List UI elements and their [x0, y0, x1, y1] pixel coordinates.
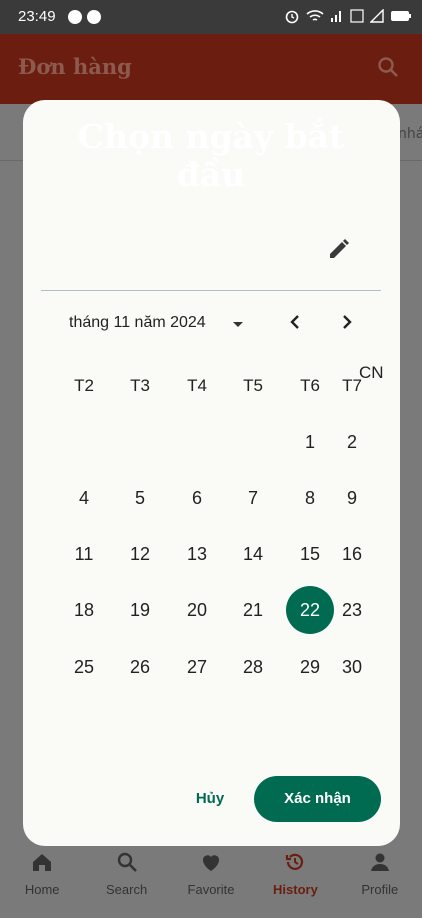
nav-search[interactable]: Search — [84, 842, 168, 918]
nav-label: Profile — [361, 882, 399, 897]
day-cell-selected[interactable]: 22 — [286, 586, 334, 634]
month-year-label[interactable]: tháng 11 năm 2024 — [69, 314, 206, 332]
day-cell[interactable]: 4 — [60, 474, 108, 522]
pencil-icon — [330, 239, 349, 258]
lte-icon — [350, 9, 364, 23]
app-notification-icon — [87, 10, 101, 24]
signal-icon — [331, 11, 341, 22]
nav-home[interactable]: Home — [0, 842, 84, 918]
day-cell[interactable]: 7 — [229, 474, 277, 522]
weekday-label: T5 — [243, 376, 263, 395]
nav-label: Search — [106, 882, 148, 897]
previous-month-button[interactable] — [283, 310, 307, 338]
day-cell[interactable]: 8 — [286, 474, 334, 522]
weekday-label: T3 — [130, 376, 150, 395]
day-cell[interactable]: 18 — [60, 586, 108, 634]
nav-profile[interactable]: Profile — [338, 842, 422, 918]
day-cell[interactable]: 9 — [328, 474, 376, 522]
wifi-icon — [306, 10, 324, 21]
bottom-nav: Home Search Favorite History Profile — [0, 842, 422, 918]
edit-button[interactable] — [322, 232, 356, 266]
day-cell[interactable]: 16 — [328, 530, 376, 578]
day-cell[interactable]: 28 — [229, 643, 277, 691]
app-notification-icon — [68, 10, 82, 24]
nav-label: Favorite — [187, 882, 235, 897]
day-cell[interactable]: 12 — [116, 530, 164, 578]
confirm-button[interactable]: Xác nhận — [254, 776, 381, 822]
nav-label: History — [273, 882, 318, 897]
date-picker-dialog: Chọn ngày bắt đầu tháng 11 năm 2024 T2 T… — [23, 100, 400, 846]
status-icons — [284, 8, 412, 24]
chevron-right-icon — [343, 315, 352, 329]
battery-icon — [391, 11, 411, 21]
signal-empty-icon — [370, 9, 384, 23]
heart-icon — [203, 855, 220, 871]
weekday-label: T2 — [74, 376, 94, 395]
notification-icons — [68, 10, 101, 24]
day-cell[interactable]: 30 — [328, 643, 376, 691]
search-icon — [378, 57, 398, 77]
home-icon — [33, 854, 52, 871]
day-cell[interactable]: 14 — [229, 530, 277, 578]
day-cell[interactable]: 15 — [286, 530, 334, 578]
page-title: Đơn hàng — [18, 54, 132, 79]
chevron-left-icon — [290, 315, 299, 329]
day-cell[interactable]: 13 — [173, 530, 221, 578]
alarm-icon — [285, 10, 299, 24]
weekday-label: T6 — [300, 376, 320, 395]
dialog-title: Chọn ngày bắt đầu — [77, 117, 345, 194]
month-dropdown-button[interactable] — [228, 314, 248, 338]
day-cell[interactable]: 21 — [229, 586, 277, 634]
day-cell[interactable]: 11 — [60, 530, 108, 578]
day-cell[interactable]: 5 — [116, 474, 164, 522]
day-cell[interactable]: 6 — [173, 474, 221, 522]
weekday-label: T4 — [187, 376, 207, 395]
weekday-label: CN — [359, 363, 384, 382]
status-bar: 23:49 — [0, 0, 422, 34]
day-cell[interactable]: 20 — [173, 586, 221, 634]
status-time: 23:49 — [18, 8, 56, 25]
nav-label: Home — [24, 882, 60, 897]
search-icon — [117, 852, 137, 872]
day-cell[interactable]: 1 — [286, 418, 334, 466]
day-cell[interactable]: 27 — [173, 643, 221, 691]
nav-favorite[interactable]: Favorite — [169, 842, 253, 918]
nav-history[interactable]: History — [253, 842, 337, 918]
next-month-button[interactable] — [335, 310, 359, 338]
tab-draft[interactable]: nháp — [398, 126, 422, 142]
day-cell[interactable]: 29 — [286, 643, 334, 691]
day-cell[interactable]: 25 — [60, 643, 108, 691]
search-button[interactable] — [376, 55, 400, 83]
day-cell[interactable]: 26 — [116, 643, 164, 691]
day-cell[interactable]: 23 — [328, 586, 376, 634]
person-icon — [370, 853, 389, 871]
day-cell[interactable]: 2 — [328, 418, 376, 466]
history-icon — [286, 853, 304, 870]
header-divider — [41, 290, 381, 291]
dropdown-arrow-icon — [233, 322, 243, 327]
cancel-button[interactable]: Hủy — [181, 776, 239, 822]
day-cell[interactable]: 19 — [116, 586, 164, 634]
